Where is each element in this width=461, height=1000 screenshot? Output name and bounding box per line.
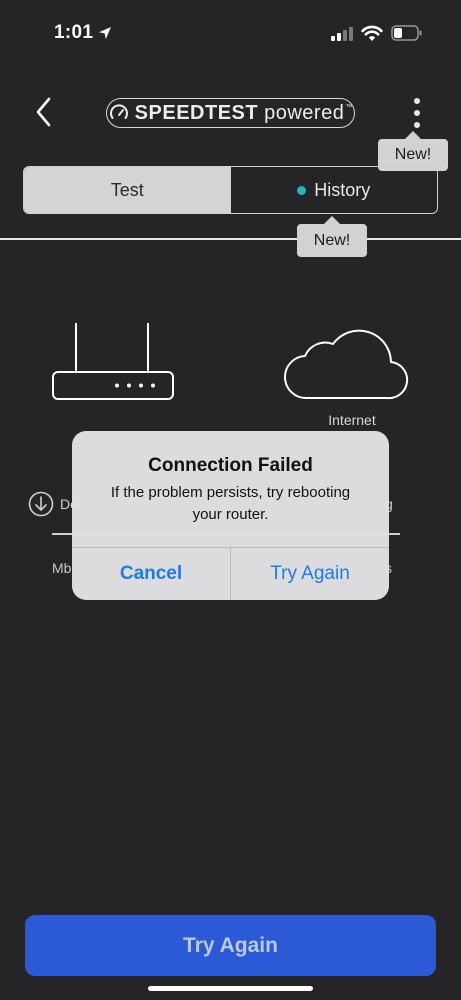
speedometer-icon	[109, 104, 128, 119]
tab-history-label: History	[314, 179, 371, 200]
alert-title: Connection Failed	[148, 455, 313, 476]
router-icon	[52, 323, 174, 400]
connection-failed-alert: Connection Failed If the problem persist…	[72, 431, 389, 600]
alert-try-again-button[interactable]: Try Again	[231, 548, 389, 600]
internet-label: Internet	[328, 412, 376, 428]
wifi-icon	[361, 25, 383, 41]
location-arrow-icon	[99, 27, 111, 39]
download-unit: Mb	[52, 560, 72, 576]
tab-test[interactable]: Test	[24, 167, 231, 213]
more-vertical-icon[interactable]	[405, 98, 429, 128]
status-time: 1:01	[54, 22, 94, 43]
cancel-button[interactable]: Cancel	[72, 548, 230, 600]
cellular-signal-icon	[331, 27, 353, 41]
history-new-indicator	[297, 185, 307, 195]
alert-message: If the problem persists, try rebooting y…	[110, 484, 351, 523]
back-chevron-icon[interactable]	[30, 96, 58, 128]
battery-icon	[391, 25, 422, 41]
download-icon	[28, 491, 54, 517]
history-new-tooltip: New!	[297, 216, 367, 257]
cloud-icon	[284, 329, 409, 400]
more-dot	[414, 98, 420, 104]
speedtest-logo: SPEEDTEST powered ™	[106, 98, 355, 128]
tab-history[interactable]: History	[231, 167, 438, 213]
logo-main-text: SPEEDTEST	[134, 101, 259, 124]
more-dot	[414, 122, 420, 128]
header-divider	[0, 238, 461, 240]
segmented-tabs: Test History	[23, 166, 438, 214]
logo-trademark: ™	[345, 104, 353, 111]
more-dot	[414, 110, 420, 116]
home-indicator[interactable]	[148, 986, 313, 991]
tab-test-label: Test	[110, 179, 144, 200]
logo-sub-text: powered	[264, 101, 345, 124]
try-again-button[interactable]: Try Again	[25, 915, 436, 976]
